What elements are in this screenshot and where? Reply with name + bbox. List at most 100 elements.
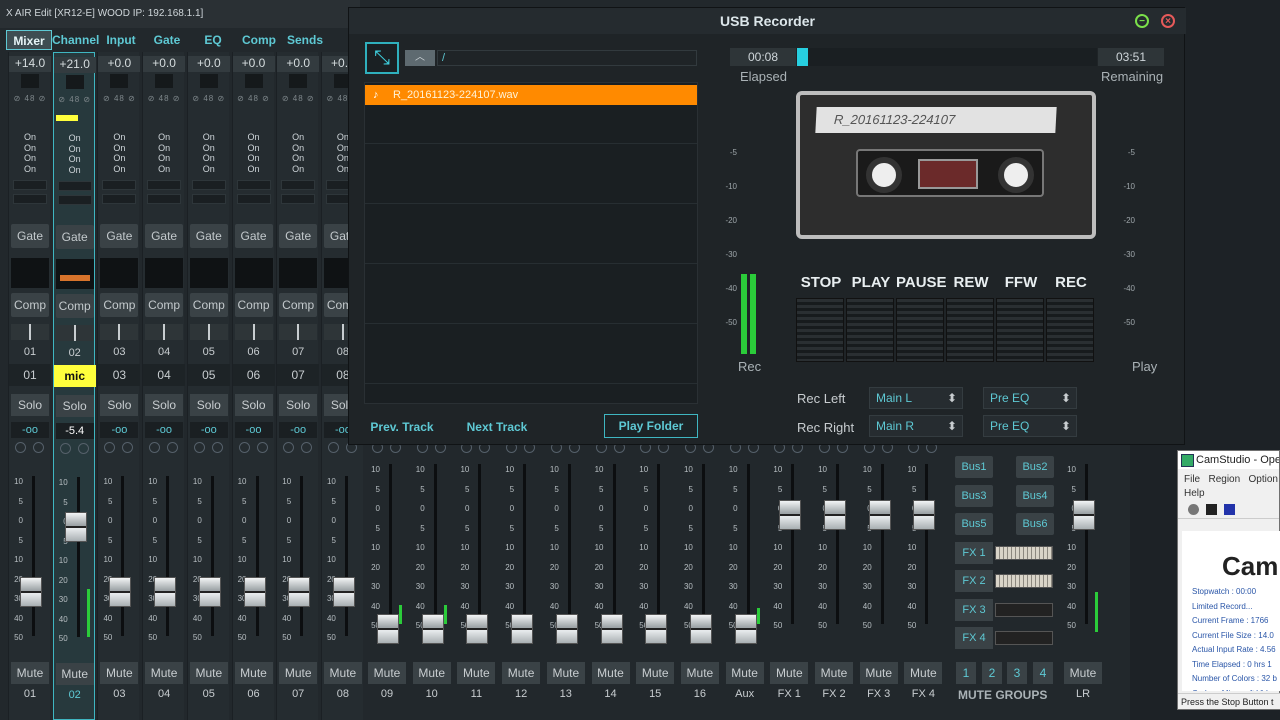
channel-fader[interactable] [913, 500, 936, 530]
channel-fader[interactable] [377, 614, 399, 644]
bus5-button[interactable]: Bus5 [955, 513, 993, 535]
polarity-icons[interactable]: ⊘ 48 ⊘ [188, 94, 230, 106]
ffw-button[interactable] [996, 298, 1044, 362]
pan-knob[interactable] [100, 324, 139, 340]
polarity-icons[interactable]: ⊘ 48 ⊘ [143, 94, 185, 106]
bus6-button[interactable]: Bus6 [1016, 513, 1054, 535]
tab-input[interactable]: Input [98, 30, 144, 50]
lr-fader[interactable] [1073, 500, 1095, 530]
send-indicator[interactable] [211, 442, 223, 453]
gain-value[interactable]: +0.0 [98, 56, 141, 72]
gain-value[interactable]: +0.0 [187, 56, 230, 72]
gate-button[interactable]: Gate [11, 224, 49, 248]
gain-value[interactable]: +0.0 [143, 56, 186, 72]
pan-knob[interactable] [11, 324, 49, 340]
channel-fader[interactable] [332, 577, 355, 608]
play-folder-button[interactable]: Play Folder [604, 414, 698, 438]
channel-fader[interactable] [779, 500, 802, 530]
send-indicator[interactable] [283, 442, 295, 453]
channel-fader[interactable] [198, 577, 221, 608]
playback-progress[interactable] [797, 48, 1097, 66]
comp-button[interactable]: Comp [100, 293, 139, 317]
mute-button[interactable]: Mute [546, 662, 585, 684]
mute-group-1-button[interactable]: 1 [956, 662, 976, 684]
channel-name[interactable]: 05 [187, 364, 230, 386]
channel-fader[interactable] [288, 577, 311, 608]
mute-button[interactable]: Mute [55, 663, 94, 685]
channel-fader[interactable] [243, 577, 266, 608]
tab-gate[interactable]: Gate [144, 30, 190, 50]
channel-fader[interactable] [109, 577, 132, 608]
solo-button[interactable]: Solo [55, 395, 94, 417]
minimize-icon[interactable]: − [1135, 14, 1149, 28]
mute-button[interactable]: Mute [502, 662, 541, 684]
play-button[interactable] [846, 298, 894, 362]
send-indicator[interactable] [15, 442, 26, 453]
comp-button[interactable]: Comp [234, 293, 273, 317]
channel-name[interactable]: 01 [9, 364, 51, 386]
gate-button[interactable]: Gate [189, 224, 228, 248]
comp-button[interactable]: Comp [145, 293, 184, 317]
channel-name[interactable]: mic [53, 365, 96, 387]
gate-button[interactable]: Gate [100, 224, 139, 248]
fx1-button[interactable]: FX 1 [955, 542, 993, 564]
mute-button[interactable]: Mute [412, 662, 451, 684]
bus2-button[interactable]: Bus2 [1016, 456, 1054, 478]
polarity-icons[interactable]: ⊘ 48 ⊘ [98, 94, 140, 106]
mute-button[interactable]: Mute [457, 662, 496, 684]
mute-group-2-button[interactable]: 2 [982, 662, 1002, 684]
channel-name[interactable]: 04 [143, 364, 186, 386]
record-icon[interactable] [1188, 504, 1199, 515]
gate-button[interactable]: Gate [145, 224, 184, 248]
channel-fader[interactable] [689, 614, 712, 644]
channel-fader[interactable] [466, 614, 489, 644]
polarity-icons[interactable]: ⊘ 48 ⊘ [9, 94, 51, 106]
channel-fader[interactable] [734, 614, 757, 644]
comp-button[interactable]: Comp [279, 293, 318, 317]
fx2-button[interactable]: FX 2 [955, 570, 993, 592]
solo-button[interactable]: Solo [11, 394, 49, 416]
solo-button[interactable]: Solo [234, 394, 273, 416]
mute-button[interactable]: Mute [770, 662, 809, 684]
channel-fader[interactable] [20, 577, 42, 608]
gate-button[interactable]: Gate [279, 224, 318, 248]
mute-group-3-button[interactable]: 3 [1007, 662, 1027, 684]
pan-knob[interactable] [55, 325, 94, 341]
solo-button[interactable]: Solo [189, 394, 228, 416]
mute-button[interactable]: Mute [725, 662, 764, 684]
channel-name[interactable]: 06 [232, 364, 275, 386]
channel-fader[interactable] [868, 500, 891, 530]
send-indicator[interactable] [238, 442, 250, 453]
channel-fader[interactable] [421, 614, 444, 644]
bus1-button[interactable]: Bus1 [955, 456, 993, 478]
channel-fader[interactable] [64, 512, 87, 543]
mute-button[interactable]: Mute [189, 662, 228, 684]
fx3-button[interactable]: FX 3 [955, 599, 993, 621]
pan-knob[interactable] [145, 324, 184, 340]
rew-button[interactable] [946, 298, 994, 362]
polarity-icons[interactable]: ⊘ 48 ⊘ [233, 94, 275, 106]
menu-file[interactable]: File [1184, 474, 1200, 485]
send-indicator[interactable] [33, 442, 44, 453]
rec-left-tap-select[interactable]: Pre EQ [983, 387, 1077, 409]
comp-button[interactable]: Comp [189, 293, 228, 317]
channel-fader[interactable] [824, 500, 846, 530]
gate-button[interactable]: Gate [234, 224, 273, 248]
collapse-arrows-icon[interactable]: ⤡ [365, 42, 399, 74]
tab-comp[interactable]: Comp [236, 30, 282, 50]
rec-button[interactable] [1046, 298, 1094, 362]
mute-button[interactable]: Mute [100, 662, 139, 684]
channel-fader[interactable] [154, 577, 177, 608]
pan-knob[interactable] [279, 324, 318, 340]
file-list-item[interactable]: ♪ R_20161123-224107.wav [365, 85, 697, 105]
gain-value[interactable]: +21.0 [53, 57, 96, 73]
tab-mixer[interactable]: Mixer [6, 30, 52, 50]
tab-eq[interactable]: EQ [190, 30, 236, 50]
send-indicator[interactable] [301, 442, 313, 453]
file-list[interactable]: ♪ R_20161123-224107.wav [364, 82, 698, 404]
comp-button[interactable]: Comp [11, 293, 49, 317]
send-indicator[interactable] [193, 442, 205, 453]
mute-button[interactable]: Mute [11, 662, 49, 684]
stop-button[interactable] [796, 298, 844, 362]
bus3-button[interactable]: Bus3 [955, 485, 993, 507]
